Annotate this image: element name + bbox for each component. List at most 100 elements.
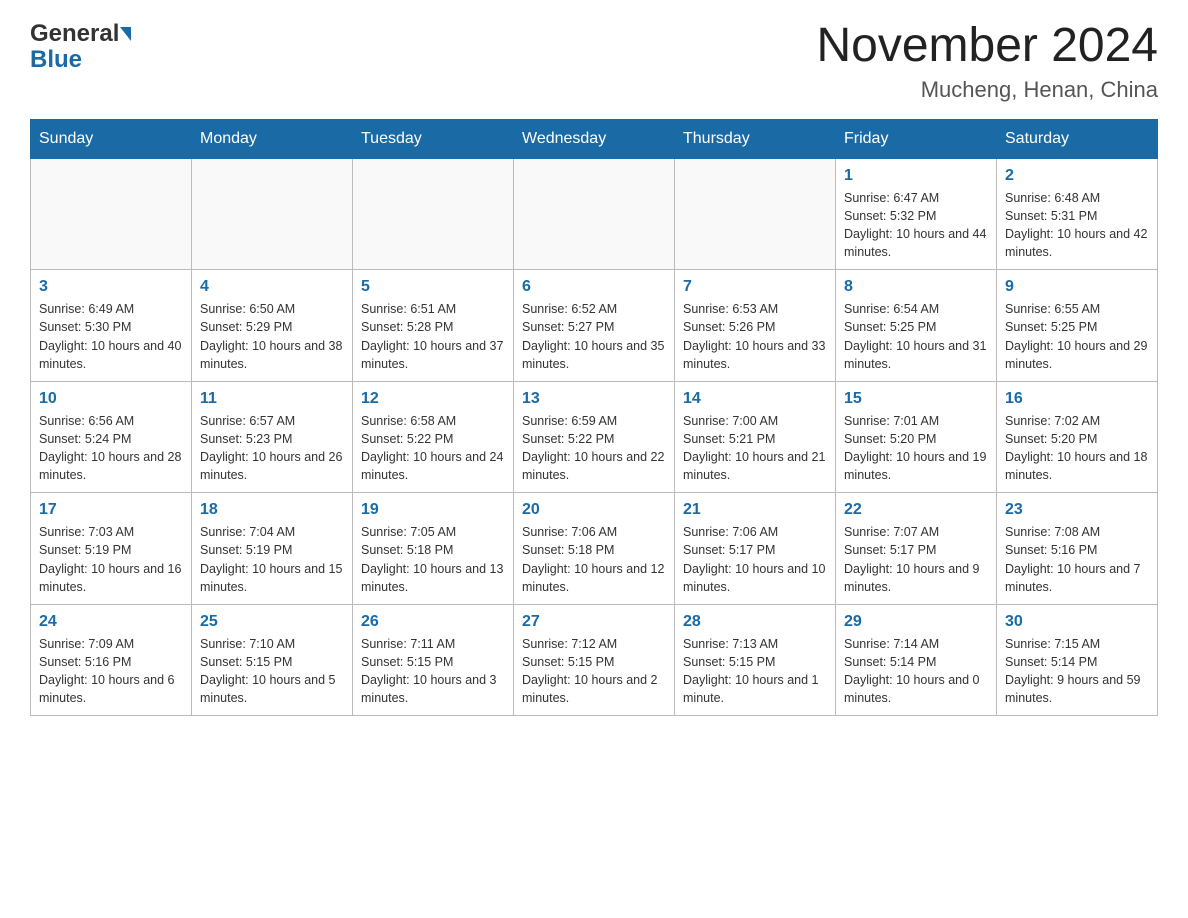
day-info: Sunrise: 6:53 AMSunset: 5:26 PMDaylight:… [683,300,827,373]
day-number: 10 [39,390,183,408]
calendar-cell: 8 Sunrise: 6:54 AMSunset: 5:25 PMDaylight… [836,270,997,382]
month-title: November 2024 [816,20,1158,73]
day-number: 26 [361,613,505,631]
day-info: Sunrise: 7:15 AMSunset: 5:14 PMDaylight:… [1005,635,1149,708]
calendar-cell: 5Sunrise: 6:51 AMSunset: 5:28 PMDaylight… [353,270,514,382]
day-info: Sunrise: 6:56 AMSunset: 5:24 PMDaylight:… [39,412,183,485]
day-info: Sunrise: 7:06 AMSunset: 5:18 PMDaylight:… [522,523,666,596]
calendar-cell: 1 Sunrise: 6:47 AMSunset: 5:32 PMDaylight… [836,158,997,270]
day-of-week-header: Sunday [31,119,192,158]
logo-general-text: General [30,20,119,48]
day-number: 5 [361,278,505,296]
day-number: 17 [39,501,183,519]
calendar-cell: 12Sunrise: 6:58 AMSunset: 5:22 PMDayligh… [353,381,514,493]
calendar-cell [31,158,192,270]
calendar-cell: 11 Sunrise: 6:57 AMSunset: 5:23 PMDayligh… [192,381,353,493]
day-number: 15 [844,390,988,408]
day-info: Sunrise: 6:48 AMSunset: 5:31 PMDaylight:… [1005,189,1149,262]
day-number: 21 [683,501,827,519]
day-number: 19 [361,501,505,519]
logo-arrow-icon [120,27,131,41]
day-number: 18 [200,501,344,519]
day-info: Sunrise: 7:04 AMSunset: 5:19 PMDaylight:… [200,523,344,596]
day-of-week-header: Tuesday [353,119,514,158]
calendar-cell: 24Sunrise: 7:09 AMSunset: 5:16 PMDayligh… [31,604,192,716]
day-info: Sunrise: 6:55 AMSunset: 5:25 PMDaylight:… [1005,300,1149,373]
day-of-week-header: Saturday [997,119,1158,158]
calendar-cell [192,158,353,270]
day-info: Sunrise: 7:07 AMSunset: 5:17 PMDaylight:… [844,523,988,596]
calendar-cell: 21 Sunrise: 7:06 AMSunset: 5:17 PMDayligh… [675,493,836,605]
calendar-cell: 10 Sunrise: 6:56 AMSunset: 5:24 PMDayligh… [31,381,192,493]
day-number: 8 [844,278,988,296]
day-number: 20 [522,501,666,519]
calendar-cell [675,158,836,270]
calendar-cell: 23Sunrise: 7:08 AMSunset: 5:16 PMDayligh… [997,493,1158,605]
logo-blue-text: Blue [30,46,82,74]
day-info: Sunrise: 6:47 AMSunset: 5:32 PMDaylight:… [844,189,988,262]
day-number: 27 [522,613,666,631]
day-info: Sunrise: 6:54 AMSunset: 5:25 PMDaylight:… [844,300,988,373]
logo: General Blue [30,20,131,74]
day-info: Sunrise: 6:50 AMSunset: 5:29 PMDaylight:… [200,300,344,373]
day-number: 22 [844,501,988,519]
header: General Blue November 2024 Mucheng, Hena… [30,20,1158,103]
calendar-cell: 6Sunrise: 6:52 AMSunset: 5:27 PMDaylight… [514,270,675,382]
day-of-week-header: Thursday [675,119,836,158]
calendar-week-row: 10 Sunrise: 6:56 AMSunset: 5:24 PMDayligh… [31,381,1158,493]
day-info: Sunrise: 7:10 AMSunset: 5:15 PMDaylight:… [200,635,344,708]
day-info: Sunrise: 7:13 AMSunset: 5:15 PMDaylight:… [683,635,827,708]
day-number: 9 [1005,278,1149,296]
day-info: Sunrise: 7:08 AMSunset: 5:16 PMDaylight:… [1005,523,1149,596]
day-info: Sunrise: 7:01 AMSunset: 5:20 PMDaylight:… [844,412,988,485]
calendar-week-row: 17 Sunrise: 7:03 AMSunset: 5:19 PMDayligh… [31,493,1158,605]
day-info: Sunrise: 7:03 AMSunset: 5:19 PMDaylight:… [39,523,183,596]
calendar-cell: 9 Sunrise: 6:55 AMSunset: 5:25 PMDaylight… [997,270,1158,382]
day-info: Sunrise: 7:00 AMSunset: 5:21 PMDaylight:… [683,412,827,485]
day-number: 4 [200,278,344,296]
calendar-cell: 15 Sunrise: 7:01 AMSunset: 5:20 PMDayligh… [836,381,997,493]
day-info: Sunrise: 6:49 AMSunset: 5:30 PMDaylight:… [39,300,183,373]
day-info: Sunrise: 7:14 AMSunset: 5:14 PMDaylight:… [844,635,988,708]
calendar-cell: 28 Sunrise: 7:13 AMSunset: 5:15 PMDayligh… [675,604,836,716]
day-info: Sunrise: 7:05 AMSunset: 5:18 PMDaylight:… [361,523,505,596]
day-number: 12 [361,390,505,408]
day-number: 13 [522,390,666,408]
calendar-cell [353,158,514,270]
day-info: Sunrise: 6:59 AMSunset: 5:22 PMDaylight:… [522,412,666,485]
location-title: Mucheng, Henan, China [816,77,1158,103]
calendar-week-row: 1 Sunrise: 6:47 AMSunset: 5:32 PMDaylight… [31,158,1158,270]
day-info: Sunrise: 6:57 AMSunset: 5:23 PMDaylight:… [200,412,344,485]
calendar-week-row: 3 Sunrise: 6:49 AMSunset: 5:30 PMDaylight… [31,270,1158,382]
calendar-cell: 17 Sunrise: 7:03 AMSunset: 5:19 PMDayligh… [31,493,192,605]
day-info: Sunrise: 7:06 AMSunset: 5:17 PMDaylight:… [683,523,827,596]
calendar-cell: 20 Sunrise: 7:06 AMSunset: 5:18 PMDayligh… [514,493,675,605]
day-info: Sunrise: 7:11 AMSunset: 5:15 PMDaylight:… [361,635,505,708]
calendar-cell: 18 Sunrise: 7:04 AMSunset: 5:19 PMDayligh… [192,493,353,605]
day-number: 3 [39,278,183,296]
day-number: 11 [200,390,344,408]
calendar-cell: 27Sunrise: 7:12 AMSunset: 5:15 PMDayligh… [514,604,675,716]
calendar-cell: 2 Sunrise: 6:48 AMSunset: 5:31 PMDaylight… [997,158,1158,270]
calendar-table: SundayMondayTuesdayWednesdayThursdayFrid… [30,119,1158,717]
calendar-cell: 25Sunrise: 7:10 AMSunset: 5:15 PMDayligh… [192,604,353,716]
day-number: 28 [683,613,827,631]
day-number: 1 [844,167,988,185]
calendar-cell: 29Sunrise: 7:14 AMSunset: 5:14 PMDayligh… [836,604,997,716]
calendar-header-row: SundayMondayTuesdayWednesdayThursdayFrid… [31,119,1158,158]
calendar-cell [514,158,675,270]
day-info: Sunrise: 7:02 AMSunset: 5:20 PMDaylight:… [1005,412,1149,485]
day-number: 30 [1005,613,1149,631]
calendar-cell: 30 Sunrise: 7:15 AMSunset: 5:14 PMDayligh… [997,604,1158,716]
title-area: November 2024 Mucheng, Henan, China [816,20,1158,103]
day-of-week-header: Friday [836,119,997,158]
day-number: 24 [39,613,183,631]
calendar-cell: 19 Sunrise: 7:05 AMSunset: 5:18 PMDayligh… [353,493,514,605]
day-number: 14 [683,390,827,408]
calendar-cell: 4 Sunrise: 6:50 AMSunset: 5:29 PMDaylight… [192,270,353,382]
calendar-cell: 26 Sunrise: 7:11 AMSunset: 5:15 PMDayligh… [353,604,514,716]
day-of-week-header: Wednesday [514,119,675,158]
day-number: 2 [1005,167,1149,185]
calendar-cell: 13 Sunrise: 6:59 AMSunset: 5:22 PMDayligh… [514,381,675,493]
day-number: 7 [683,278,827,296]
